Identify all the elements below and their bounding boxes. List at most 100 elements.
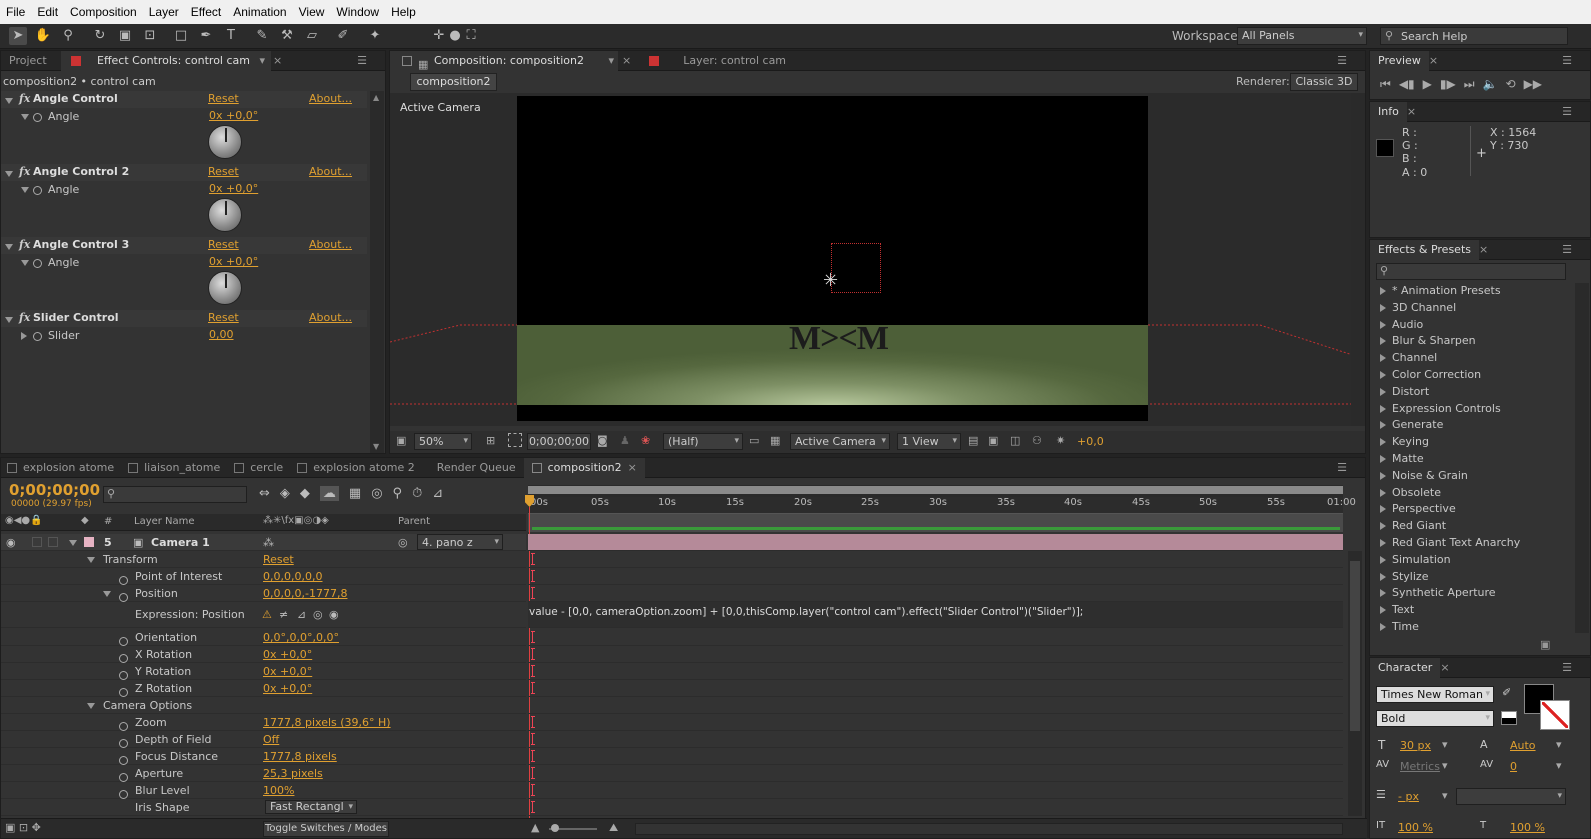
angle-value[interactable]: 0x +0,0° [209, 182, 258, 195]
prop-value[interactable]: 0,0,0,0,0,0 [263, 568, 322, 585]
panel-menu-icon[interactable]: ☰ [1562, 243, 1572, 256]
angle-dial[interactable] [208, 271, 242, 305]
list-item[interactable]: Distort [1374, 384, 1554, 401]
effect-header-angle-control-2[interactable]: fx Angle Control 2 Reset About... [1, 164, 367, 181]
collapse-switch-icon[interactable]: ⁂ [263, 534, 274, 551]
menu-composition[interactable]: Composition [64, 5, 143, 19]
visibility-icon[interactable]: ◉ [6, 534, 16, 551]
work-area-bar[interactable] [528, 485, 1343, 497]
list-item[interactable]: Matte [1374, 451, 1554, 468]
audio-icon[interactable]: 🔈 [1483, 77, 1498, 92]
prop-value[interactable]: 0x +0,0° [263, 680, 312, 697]
timeline-icon[interactable]: ◫ [1010, 434, 1020, 447]
expand-triangle-icon[interactable] [1380, 370, 1386, 379]
workspace-dropdown[interactable]: All Panels [1237, 27, 1367, 45]
list-item[interactable]: Simulation [1374, 552, 1554, 569]
menu-view[interactable]: View [293, 5, 331, 19]
stopwatch-icon[interactable] [119, 636, 128, 646]
stopwatch-icon[interactable] [119, 789, 128, 799]
list-item[interactable]: Red Giant [1374, 518, 1554, 535]
list-item[interactable]: Text [1374, 602, 1554, 619]
tab-explosion-atome-2[interactable]: explosion atome 2 [291, 458, 423, 478]
comp-mini-flowchart-icon[interactable]: ⇔ [259, 486, 270, 501]
font-size-value[interactable]: 30 px [1400, 739, 1431, 752]
angle-value[interactable]: 0x +0,0° [209, 255, 258, 268]
list-item[interactable]: * Animation Presets [1374, 283, 1554, 300]
tab-cercle[interactable]: cercle [228, 458, 291, 478]
next-frame-icon[interactable]: ▮▶ [1440, 77, 1456, 92]
expand-triangle-icon[interactable] [5, 98, 13, 104]
brainstorm-icon[interactable]: ◎ [371, 486, 382, 501]
reset-link[interactable]: Reset [208, 238, 239, 251]
expand-triangle-icon[interactable] [21, 332, 27, 340]
toggle-switches-modes-button[interactable]: Toggle Switches / Modes [263, 821, 389, 837]
rotate-tool-icon[interactable]: ↻ [91, 27, 109, 45]
panel-menu-icon[interactable]: ☰ [1562, 105, 1572, 118]
tab-info[interactable]: Info [1370, 101, 1407, 122]
prop-value[interactable]: Off [263, 731, 279, 748]
panel-menu-icon[interactable]: ☰ [1562, 661, 1572, 674]
frame-blending-icon[interactable]: ☁ [319, 486, 339, 501]
renderer-button[interactable]: Classic 3D [1290, 73, 1358, 91]
stopwatch-icon[interactable] [33, 112, 42, 122]
expand-triangle-icon[interactable] [1380, 387, 1386, 396]
effect-header-angle-control[interactable]: fx Angle Control Reset About... [1, 91, 367, 108]
menu-layer[interactable]: Layer [143, 5, 185, 19]
motion-blur-icon[interactable]: ▦ [349, 486, 361, 501]
eraser-tool-icon[interactable]: ▱ [303, 27, 321, 45]
pan-behind-tool-icon[interactable]: ⊡ [141, 27, 159, 45]
list-item[interactable]: Synthetic Aperture [1374, 585, 1554, 602]
timeline-zoom-slider[interactable] [549, 824, 597, 832]
expression-editor[interactable]: value - [0,0, cameraOption.zoom] + [0,0,… [528, 602, 1343, 628]
prop-value[interactable]: 0,0°,0,0°,0,0° [263, 629, 339, 646]
expand-triangle-icon[interactable] [1380, 354, 1386, 363]
close-icon[interactable]: × [273, 54, 282, 67]
reset-link[interactable]: Reset [208, 165, 239, 178]
tab-preview[interactable]: Preview [1370, 50, 1429, 71]
tab-liaison-atome[interactable]: liaison_atome [122, 458, 228, 478]
tab-composition[interactable]: ▦ Composition: composition2 ▾ [390, 50, 618, 71]
list-item[interactable]: Keying [1374, 434, 1554, 451]
previous-frame-icon[interactable]: ◀▮ [1399, 77, 1415, 92]
stopwatch-icon[interactable] [119, 772, 128, 782]
expand-triangle-icon[interactable] [69, 540, 77, 546]
zoom-in-icon[interactable]: ⛰ [609, 821, 618, 835]
kerning-value[interactable]: Metrics [1400, 760, 1440, 773]
rectangle-tool-icon[interactable]: □ [172, 27, 190, 45]
stopwatch-icon[interactable] [119, 755, 128, 765]
composition-subtab[interactable]: composition2 [410, 73, 497, 91]
slider-value[interactable]: 0,00 [209, 328, 234, 341]
close-icon[interactable]: × [628, 461, 637, 474]
current-time-field[interactable]: 0;00;00;00 [527, 433, 591, 450]
viewer-area[interactable]: Active Camera M><M ✳ [390, 93, 1365, 426]
list-item[interactable]: Noise & Grain [1374, 468, 1554, 485]
expand-triangle-icon[interactable] [21, 260, 29, 266]
zoom-tool-icon[interactable]: ⚲ [59, 27, 77, 45]
reset-link[interactable]: Reset [208, 311, 239, 324]
expand-triangle-icon[interactable] [1380, 287, 1386, 295]
close-icon[interactable]: × [1407, 105, 1416, 118]
list-item[interactable]: Blur & Sharpen [1374, 333, 1554, 350]
tab-character[interactable]: Character [1370, 657, 1441, 678]
prop-value[interactable]: 1777,8 pixels [263, 748, 337, 765]
stopwatch-icon[interactable] [119, 721, 128, 731]
title-safe-icon[interactable]: ⊞ [486, 434, 495, 447]
camera-target-icon[interactable]: ✳ [823, 270, 838, 291]
angle-dial[interactable] [208, 198, 242, 232]
prop-value[interactable]: 100% [263, 782, 294, 799]
expand-triangle-icon[interactable] [1380, 471, 1386, 480]
first-frame-icon[interactable]: ⏮ [1380, 77, 1391, 92]
expand-triangle-icon[interactable] [21, 187, 29, 193]
parent-dropdown[interactable]: 4. pano z [417, 534, 503, 550]
list-item[interactable]: 3D Channel [1374, 300, 1554, 317]
expression-graph-icon[interactable]: ⊿ [297, 606, 306, 623]
expand-triangle-icon[interactable] [87, 557, 95, 563]
type-tool-icon[interactable]: T [222, 27, 240, 45]
expand-triangle-icon[interactable] [1380, 337, 1386, 346]
panel-menu-icon[interactable]: ☰ [1337, 54, 1347, 67]
stopwatch-icon[interactable] [119, 670, 128, 680]
chevron-down-icon[interactable]: ▾ [608, 51, 614, 71]
zoom-out-icon[interactable]: ▲ [531, 821, 539, 834]
expression-language-menu-icon[interactable]: ◉ [329, 606, 339, 623]
stopwatch-icon[interactable] [33, 185, 42, 195]
